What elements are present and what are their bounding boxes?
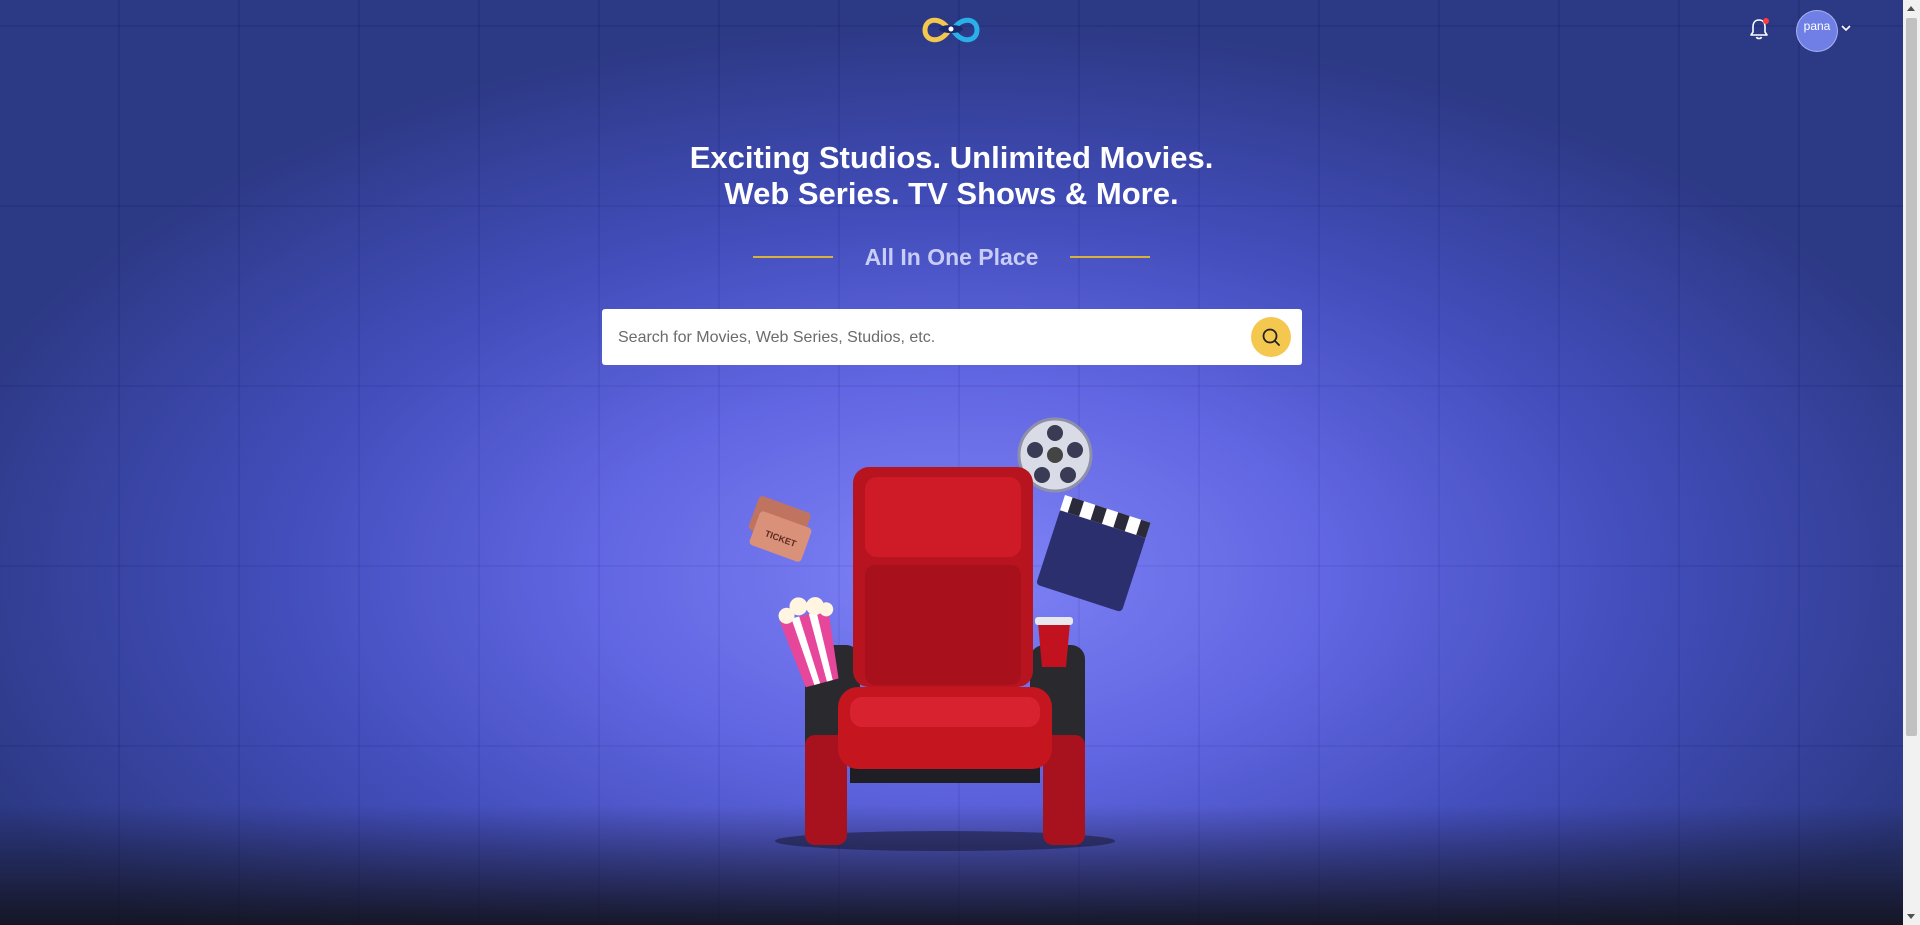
search-button[interactable] [1251,317,1291,357]
scrollbar-thumb[interactable] [1906,18,1917,736]
cinema-seat-illustration: TICKET [748,417,1151,851]
tagline-divider-right [1070,256,1151,258]
search-bar [602,309,1302,367]
tagline-divider-left [752,256,833,258]
clapperboard-icon [1036,494,1151,612]
page: pana Exciting Studios. Unlimited Movies.… [0,0,1920,925]
search-icon [1262,328,1280,346]
search-input[interactable] [616,309,1220,367]
notifications-button[interactable] [1748,17,1770,41]
tickets-icon: TICKET [748,496,812,562]
unread-badge [1763,18,1769,24]
vertical-scrollbar[interactable] [1903,0,1920,925]
hero-title-line-1: Exciting Studios. Unlimited Movies. [689,140,1214,175]
hero-title: Exciting Studios. Unlimited Movies. Web … [0,140,1903,212]
user-avatar[interactable]: pana [1796,10,1838,52]
avatar-label: pana [1803,19,1831,33]
tagline: All In One Place [864,243,1039,270]
scroll-up-icon[interactable] [1907,6,1915,11]
chevron-down-icon[interactable] [1840,22,1852,34]
scroll-down-icon[interactable] [1907,914,1915,919]
logo-icon[interactable] [921,12,981,48]
tagline-row: All In One Place [0,240,1903,274]
top-header: pana [0,0,1903,60]
hero-title-line-2: Web Series. TV Shows & More. [724,176,1179,211]
